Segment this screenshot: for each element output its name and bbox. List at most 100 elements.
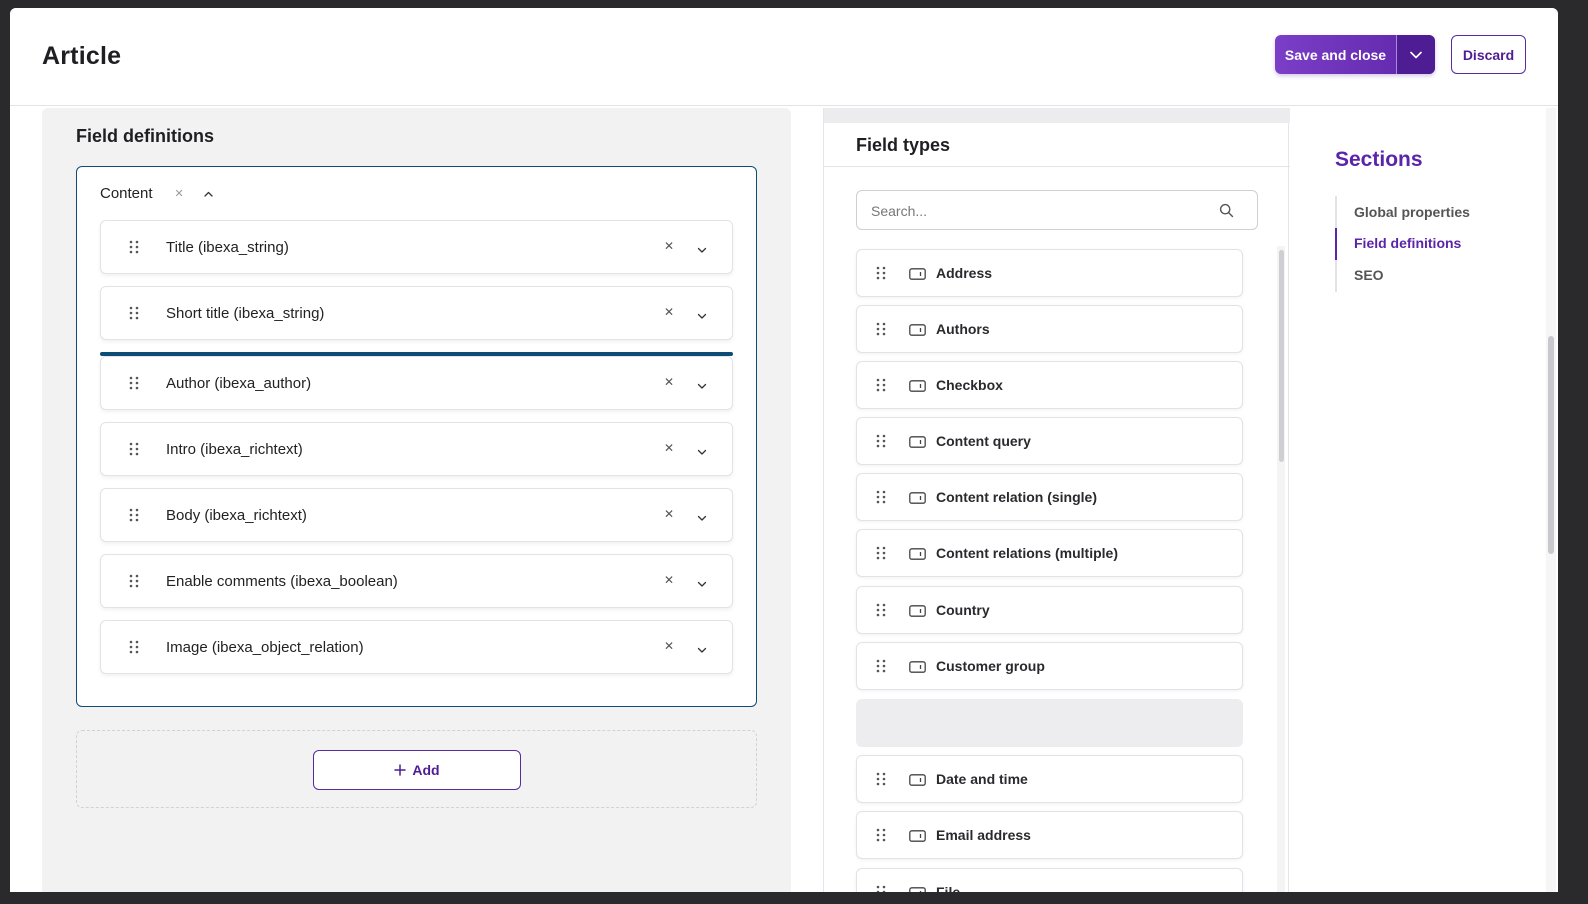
chevron-down-icon xyxy=(1410,51,1422,58)
expand-field-icon[interactable] xyxy=(697,241,707,259)
field-type-item[interactable]: Checkbox xyxy=(856,361,1243,409)
drag-handle-icon[interactable] xyxy=(876,322,886,341)
field-type-label: Email address xyxy=(936,827,1031,843)
expand-field-icon[interactable] xyxy=(697,641,707,659)
field-types-title: Field types xyxy=(856,135,951,155)
field-type-item[interactable]: Country xyxy=(856,586,1243,634)
section-link-field-definitions[interactable]: Field definitions xyxy=(1354,235,1461,251)
remove-field-icon[interactable]: ✕ xyxy=(664,239,674,253)
field-type-label: Customer group xyxy=(936,658,1045,674)
field-type-icon xyxy=(909,435,926,453)
field-type-item[interactable]: Customer group xyxy=(856,642,1243,690)
field-type-icon xyxy=(909,379,926,397)
field-row[interactable]: Author (ibexa_author) ✕ xyxy=(100,356,733,410)
save-and-close-button[interactable]: Save and close xyxy=(1275,35,1396,74)
field-type-icon xyxy=(909,267,926,285)
drag-handle-icon[interactable] xyxy=(129,442,139,461)
drag-handle-icon[interactable] xyxy=(876,490,886,509)
field-type-label: Content query xyxy=(936,433,1031,449)
remove-field-icon[interactable]: ✕ xyxy=(664,573,674,587)
field-type-item[interactable]: Date and time xyxy=(856,755,1243,803)
field-type-item[interactable]: Address xyxy=(856,249,1243,297)
field-row[interactable]: Enable comments (ibexa_boolean) ✕ xyxy=(100,554,733,608)
page-header: Article Save and close Discard xyxy=(10,8,1558,106)
field-name: Enable comments (ibexa_boolean) xyxy=(166,572,398,590)
expand-field-icon[interactable] xyxy=(697,443,707,461)
field-name: Title (ibexa_string) xyxy=(166,238,289,256)
discard-button[interactable]: Discard xyxy=(1451,35,1526,74)
drag-handle-icon[interactable] xyxy=(876,266,886,285)
field-type-icon xyxy=(909,660,926,678)
field-type-item[interactable]: File xyxy=(856,868,1243,892)
section-link-seo[interactable]: SEO xyxy=(1354,267,1384,283)
drag-handle-icon[interactable] xyxy=(876,603,886,622)
field-type-label: Date and time xyxy=(936,771,1028,787)
field-types-scrollbar-thumb[interactable] xyxy=(1279,250,1284,462)
drag-handle-icon[interactable] xyxy=(876,772,886,791)
field-row[interactable]: Body (ibexa_richtext) ✕ xyxy=(100,488,733,542)
divider xyxy=(824,166,1290,167)
panel-top-strip xyxy=(824,108,1290,123)
field-name: Image (ibexa_object_relation) xyxy=(166,638,364,656)
field-type-icon xyxy=(909,604,926,622)
field-type-item[interactable]: Content relations (multiple) xyxy=(856,529,1243,577)
field-types-search xyxy=(856,190,1258,230)
field-type-item[interactable]: Content query xyxy=(856,417,1243,465)
active-section-indicator xyxy=(1335,228,1337,260)
search-icon[interactable] xyxy=(1219,203,1234,223)
drag-handle-icon[interactable] xyxy=(129,376,139,395)
field-row[interactable]: Short title (ibexa_string) ✕ xyxy=(100,286,733,340)
field-definitions-title: Field definitions xyxy=(76,126,214,146)
field-row[interactable]: Intro (ibexa_richtext) ✕ xyxy=(100,422,733,476)
drag-handle-icon[interactable] xyxy=(876,378,886,397)
field-type-item[interactable]: Authors xyxy=(856,305,1243,353)
field-type-label: Content relations (multiple) xyxy=(936,545,1118,561)
field-type-icon xyxy=(909,773,926,791)
field-type-label: File xyxy=(936,884,961,892)
drag-handle-icon[interactable] xyxy=(876,885,886,892)
field-group-content: Content ✕ Title (ibexa_string) ✕ Short t… xyxy=(76,166,757,707)
remove-field-icon[interactable]: ✕ xyxy=(664,375,674,389)
save-options-toggle[interactable] xyxy=(1397,35,1435,74)
remove-field-icon[interactable]: ✕ xyxy=(664,305,674,319)
drag-handle-icon[interactable] xyxy=(876,828,886,847)
field-type-icon xyxy=(909,886,926,892)
field-types-panel: Field types Address Authors Checkbox Con… xyxy=(823,108,1290,892)
expand-field-icon[interactable] xyxy=(697,377,707,395)
drag-handle-icon[interactable] xyxy=(129,508,139,527)
field-name: Short title (ibexa_string) xyxy=(166,304,325,322)
expand-field-icon[interactable] xyxy=(697,307,707,325)
field-type-icon xyxy=(909,491,926,509)
drag-handle-icon[interactable] xyxy=(129,240,139,259)
remove-field-icon[interactable]: ✕ xyxy=(664,441,674,455)
field-type-label: Authors xyxy=(936,321,990,337)
field-type-label: Country xyxy=(936,602,990,618)
remove-group-icon[interactable]: ✕ xyxy=(175,187,184,200)
field-row[interactable]: Title (ibexa_string) ✕ xyxy=(100,220,733,274)
add-button[interactable]: Add xyxy=(313,750,521,790)
drag-handle-icon[interactable] xyxy=(129,306,139,325)
drag-handle-icon[interactable] xyxy=(129,574,139,593)
field-type-item[interactable]: Content relation (single) xyxy=(856,473,1243,521)
page-scrollbar-thumb[interactable] xyxy=(1548,336,1554,554)
field-type-item[interactable]: Email address xyxy=(856,811,1243,859)
search-input[interactable] xyxy=(871,201,1201,221)
section-link-global-properties[interactable]: Global properties xyxy=(1354,204,1470,220)
remove-field-icon[interactable]: ✕ xyxy=(664,507,674,521)
drag-handle-icon[interactable] xyxy=(876,659,886,678)
add-group-dropzone: Add xyxy=(76,730,757,808)
sections-title: Sections xyxy=(1335,148,1423,171)
field-row[interactable]: Image (ibexa_object_relation) ✕ xyxy=(100,620,733,674)
expand-field-icon[interactable] xyxy=(697,575,707,593)
drag-handle-icon[interactable] xyxy=(876,434,886,453)
field-name: Intro (ibexa_richtext) xyxy=(166,440,303,458)
expand-field-icon[interactable] xyxy=(697,509,707,527)
collapse-group-icon[interactable] xyxy=(204,191,213,197)
add-button-label: Add xyxy=(412,762,440,778)
sections-nav: Global properties Field definitions SEO xyxy=(1335,196,1535,292)
remove-field-icon[interactable]: ✕ xyxy=(664,639,674,653)
drag-handle-icon[interactable] xyxy=(129,640,139,659)
field-name: Body (ibexa_richtext) xyxy=(166,506,307,524)
drag-handle-icon[interactable] xyxy=(876,546,886,565)
field-type-label: Content relation (single) xyxy=(936,489,1097,505)
